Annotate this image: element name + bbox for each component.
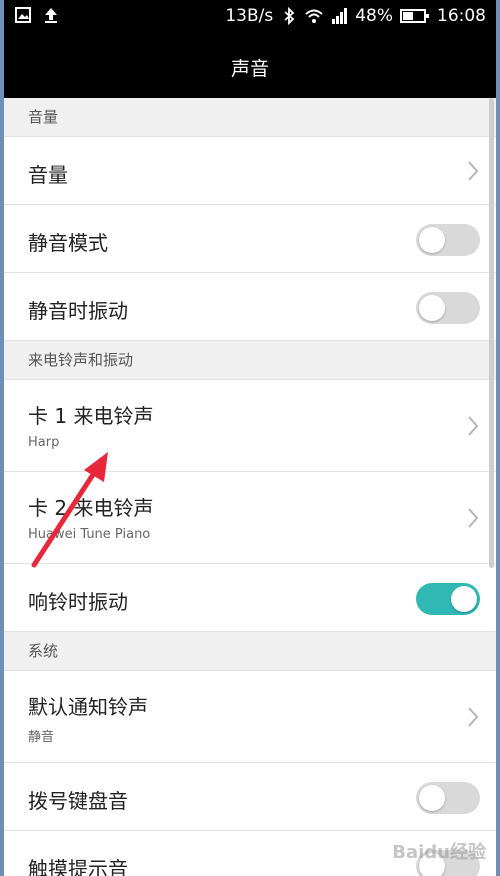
page-title: 声音 — [230, 58, 269, 80]
section-header-ringtone: 来电铃声和振动 — [4, 341, 496, 380]
toggle-knob — [451, 586, 477, 612]
row-title: 静音模式 — [28, 231, 108, 255]
vibrate-when-ringing-toggle[interactable] — [416, 583, 480, 615]
upload-icon — [45, 8, 57, 23]
status-bar: 13B/s 48% 16:08 — [4, 0, 496, 34]
row-subtitle: Huawei Tune Piano — [28, 527, 151, 542]
bluetooth-icon — [284, 7, 295, 25]
image-icon — [15, 7, 31, 23]
chevron-right-icon — [468, 416, 479, 436]
silent-mode-toggle[interactable] — [416, 224, 480, 256]
row-title: 拨号键盘音 — [28, 789, 128, 813]
toggle-knob — [419, 227, 445, 253]
silent-mode-row[interactable]: 静音模式 — [4, 205, 496, 273]
sim1-ringtone-row[interactable]: 卡 1 来电铃声 Harp — [4, 380, 496, 472]
battery-icon — [400, 9, 429, 23]
network-speed: 13B/s — [225, 6, 274, 26]
clock: 16:08 — [437, 6, 486, 26]
chevron-right-icon — [468, 508, 479, 528]
title-bar: 声音 — [4, 34, 496, 98]
row-subtitle: Harp — [28, 435, 60, 450]
settings-list: 音量 音量 静音模式 静音时振动 来电铃声和振动 卡 1 来电铃声 Harp 卡… — [4, 98, 496, 876]
vibrate-when-silent-toggle[interactable] — [416, 292, 480, 324]
row-title: 卡 1 来电铃声 — [28, 404, 154, 428]
toggle-knob — [419, 785, 445, 811]
watermark: Baidu经验 — [392, 842, 486, 863]
vibrate-when-silent-row[interactable]: 静音时振动 — [4, 273, 496, 341]
row-title: 默认通知铃声 — [28, 695, 148, 719]
chevron-right-icon — [468, 707, 479, 727]
row-title: 静音时振动 — [28, 299, 128, 323]
row-title: 卡 2 来电铃声 — [28, 496, 154, 520]
scrollbar[interactable] — [489, 98, 494, 568]
volume-row[interactable]: 音量 — [4, 137, 496, 205]
row-title: 音量 — [28, 163, 68, 187]
wifi-icon — [305, 9, 323, 23]
signal-icon — [332, 8, 348, 24]
row-subtitle: 静音 — [28, 730, 55, 745]
default-notification-row[interactable]: 默认通知铃声 静音 — [4, 671, 496, 763]
row-title: 触摸提示音 — [28, 857, 128, 876]
toggle-knob — [419, 295, 445, 321]
dialpad-tone-row[interactable]: 拨号键盘音 — [4, 763, 496, 831]
sim2-ringtone-row[interactable]: 卡 2 来电铃声 Huawei Tune Piano — [4, 472, 496, 564]
chevron-right-icon — [468, 161, 479, 181]
dialpad-tone-toggle[interactable] — [416, 782, 480, 814]
phone-screen: 13B/s 48% 16:08 声音 音量 音量 静音模式 静音时振动 来电铃声… — [4, 0, 496, 876]
battery-percent: 48% — [355, 6, 393, 26]
vibrate-when-ringing-row[interactable]: 响铃时振动 — [4, 564, 496, 632]
section-header-volume: 音量 — [4, 98, 496, 137]
section-header-system: 系统 — [4, 632, 496, 671]
row-title: 响铃时振动 — [28, 590, 128, 614]
